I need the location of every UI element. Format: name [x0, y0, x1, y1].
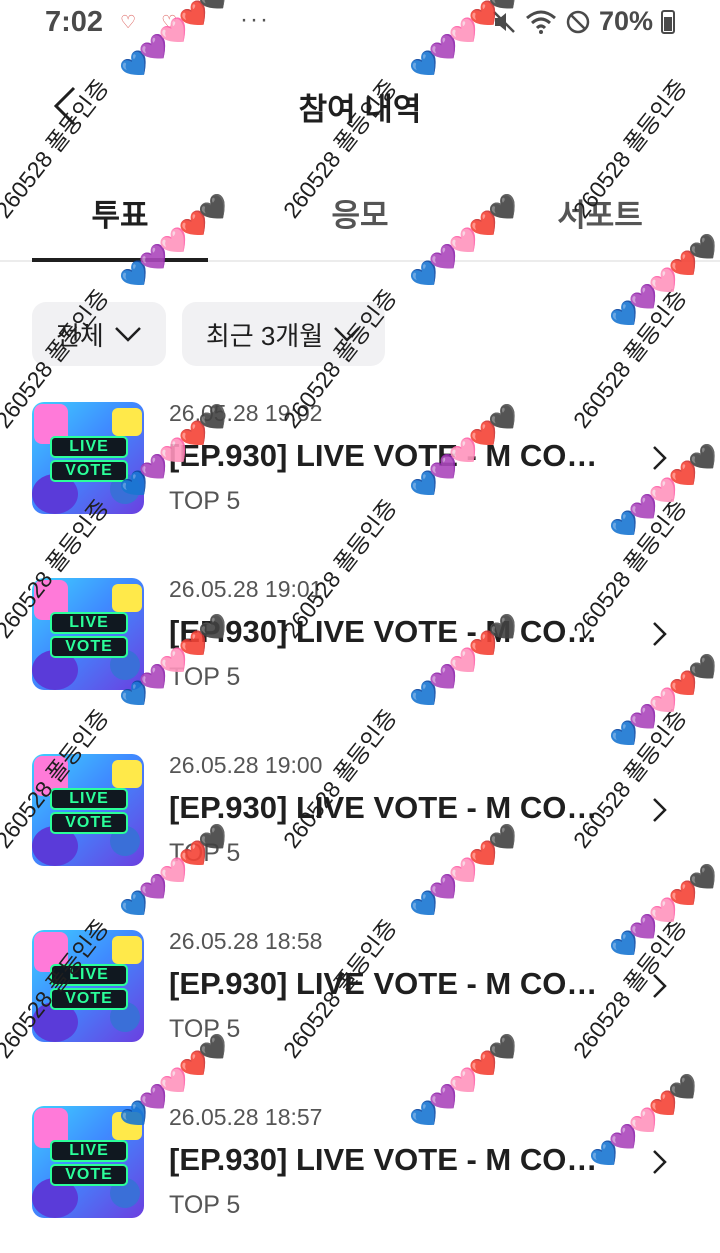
- filter-category-label: 전체: [56, 320, 104, 351]
- vote-history-list: LIVE VOTE 26.05.28 19:02 [EP.930] LIVE V…: [0, 396, 720, 1253]
- thumbnail-line1: LIVE: [50, 964, 128, 986]
- list-item[interactable]: LIVE VOTE 26.05.28 19:02 [EP.930] LIVE V…: [0, 396, 720, 572]
- header: 참여 내역: [0, 60, 720, 150]
- battery-percent: 70%: [598, 6, 653, 36]
- item-date: 26.05.28 19:01: [169, 576, 323, 602]
- status-right: 70%: [491, 6, 675, 37]
- list-item[interactable]: LIVE VOTE 26.05.28 18:58 [EP.930] LIVE V…: [0, 924, 720, 1100]
- thumbnail-line2: VOTE: [50, 636, 128, 658]
- live-vote-thumbnail: LIVE VOTE: [32, 930, 144, 1042]
- live-vote-thumbnail: LIVE VOTE: [32, 754, 144, 866]
- list-item[interactable]: LIVE VOTE 26.05.28 18:57 [EP.930] LIVE V…: [0, 1100, 720, 1253]
- status-time: 7:02: [45, 6, 104, 38]
- item-status: TOP 5: [169, 1191, 241, 1219]
- tab-support[interactable]: 서포트: [480, 168, 720, 260]
- item-date: 26.05.28 18:58: [169, 928, 323, 954]
- tab-entry[interactable]: 응모: [240, 168, 480, 260]
- thumbnail-line2: VOTE: [50, 1164, 128, 1186]
- no-sign-icon: [566, 10, 590, 33]
- item-title: [EP.930] LIVE VOTE - M COUNTDOWN: [169, 438, 609, 473]
- chevron-right-icon: [653, 446, 667, 470]
- live-vote-thumbnail: LIVE VOTE: [32, 1106, 144, 1218]
- tab-vote[interactable]: 투표: [0, 168, 240, 262]
- item-status: TOP 5: [169, 487, 241, 515]
- thumbnail-line2: VOTE: [50, 988, 128, 1010]
- item-title: [EP.930] LIVE VOTE - M COUNTDOWN: [169, 966, 609, 1001]
- live-vote-thumbnail: LIVE VOTE: [32, 402, 144, 514]
- item-title: [EP.930] LIVE VOTE - M COUNTDOWN: [169, 790, 609, 825]
- battery-icon: [661, 9, 675, 34]
- filter-bar: 전체 최근 3개월: [32, 302, 386, 366]
- thumbnail-line2: VOTE: [50, 812, 128, 834]
- filter-category-dropdown[interactable]: 전체: [32, 302, 166, 366]
- chevron-down-icon: [334, 327, 361, 342]
- tab-bar: 투표 응모 서포트: [0, 168, 720, 262]
- wifi-icon: [525, 10, 556, 34]
- thumbnail-line1: LIVE: [50, 436, 128, 458]
- item-title: [EP.930] LIVE VOTE - M COUNTDOWN: [169, 1142, 609, 1177]
- notification-icons: ♡ ♡: [120, 12, 188, 32]
- status-bar: 7:02 ♡ ♡ ··· 70%: [0, 0, 720, 50]
- thumbnail-line1: LIVE: [50, 788, 128, 810]
- live-vote-thumbnail: LIVE VOTE: [32, 578, 144, 690]
- page-title: 참여 내역: [298, 92, 422, 127]
- chevron-right-icon: [653, 1150, 667, 1174]
- filter-period-dropdown[interactable]: 최근 3개월: [181, 302, 386, 366]
- chevron-right-icon: [653, 622, 667, 646]
- filter-period-label: 최근 3개월: [205, 320, 324, 351]
- chevron-right-icon: [653, 798, 667, 822]
- thumbnail-line2: VOTE: [50, 460, 128, 482]
- thumbnail-line1: LIVE: [50, 1140, 128, 1162]
- item-title: [EP.930] LIVE VOTE - M COUNTDOWN: [169, 614, 609, 649]
- thumbnail-line1: LIVE: [50, 612, 128, 634]
- chevron-down-icon: [114, 327, 141, 342]
- more-notifications-icon: ···: [240, 6, 270, 33]
- item-status: TOP 5: [169, 663, 241, 691]
- item-date: 26.05.28 19:00: [169, 752, 323, 778]
- mute-icon: [493, 10, 515, 33]
- item-status: TOP 5: [169, 1015, 241, 1043]
- chevron-right-icon: [653, 974, 667, 998]
- item-date: 26.05.28 18:57: [169, 1104, 323, 1130]
- item-date: 26.05.28 19:02: [169, 400, 323, 426]
- list-item[interactable]: LIVE VOTE 26.05.28 19:01 [EP.930] LIVE V…: [0, 572, 720, 748]
- list-item[interactable]: LIVE VOTE 26.05.28 19:00 [EP.930] LIVE V…: [0, 748, 720, 924]
- item-status: TOP 5: [169, 839, 241, 867]
